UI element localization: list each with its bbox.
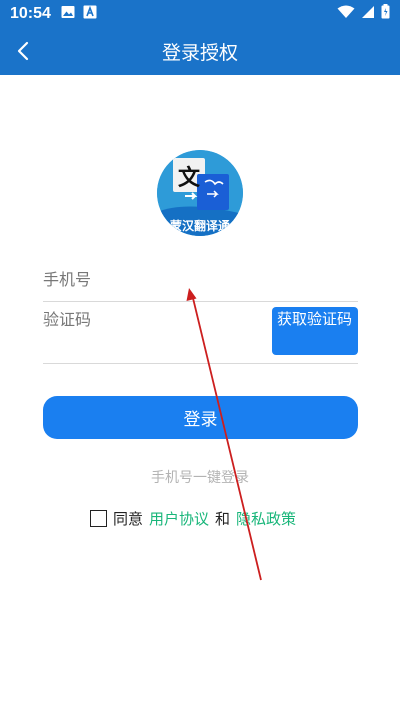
agreement-row: 同意 用户协议 和 隐私政策 <box>90 507 296 529</box>
phone-input[interactable] <box>43 270 243 289</box>
battery-icon <box>381 4 390 23</box>
wifi-icon <box>337 5 355 23</box>
agree-text: 同意 <box>113 509 144 528</box>
logo-char: 文 <box>178 165 201 191</box>
app-logo: 文 蒙汉翻译通 <box>157 150 243 236</box>
login-button[interactable]: 登录 <box>43 396 358 439</box>
back-button[interactable] <box>12 39 36 63</box>
one-click-login-link[interactable]: 手机号一键登录 <box>0 467 400 487</box>
status-time: 10:54 <box>10 4 51 22</box>
code-field: 获取验证码 <box>43 304 358 364</box>
verification-code-input[interactable] <box>43 310 243 329</box>
user-agreement-link[interactable]: 用户协议 <box>149 508 209 529</box>
a-icon <box>83 5 97 23</box>
image-icon <box>61 5 75 23</box>
app-bar: 登录授权 <box>0 27 400 75</box>
page-title: 登录授权 <box>161 41 238 64</box>
cellular-icon <box>361 5 375 23</box>
privacy-policy-link[interactable]: 隐私政策 <box>236 508 296 529</box>
chevron-left-icon <box>17 41 29 61</box>
status-right-icons <box>337 4 390 23</box>
phone-field <box>43 262 358 302</box>
logo-caption: 蒙汉翻译通 <box>170 218 230 233</box>
get-code-button[interactable]: 获取验证码 <box>272 307 358 355</box>
and-text: 和 <box>215 509 231 528</box>
status-bar: 10:54 <box>0 0 400 27</box>
agreement-checkbox[interactable] <box>90 509 107 527</box>
